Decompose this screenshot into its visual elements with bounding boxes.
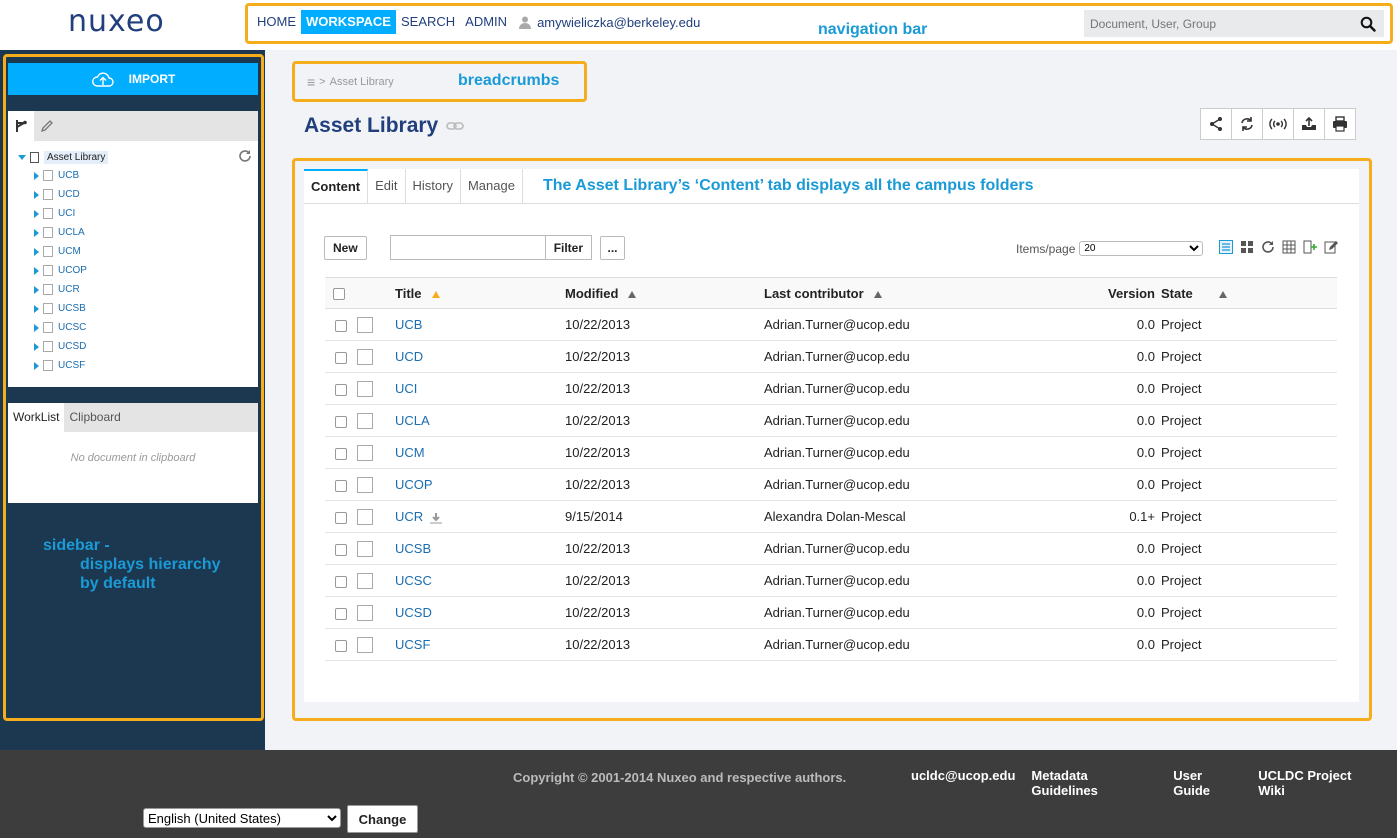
change-language-button[interactable]: Change bbox=[347, 805, 418, 833]
share-icon bbox=[1210, 117, 1222, 131]
permalink-icon[interactable] bbox=[446, 121, 465, 131]
export-button[interactable] bbox=[1293, 108, 1325, 140]
page-title: Asset Library bbox=[304, 114, 465, 138]
footer-link-metadata[interactable]: Metadata Guidelines bbox=[1031, 768, 1157, 798]
language-select[interactable]: English (United States) bbox=[143, 808, 341, 828]
annotation-breadcrumb-text: breadcrumbs bbox=[458, 72, 560, 89]
annotation-sidebar-text-1: sidebar - bbox=[43, 537, 110, 554]
annotation-navbar-text: navigation bar bbox=[818, 21, 928, 38]
footer-link-wiki[interactable]: UCLDC Project Wiki bbox=[1258, 768, 1381, 798]
footer-links: ucldc@ucop.edu Metadata Guidelines User … bbox=[911, 768, 1397, 798]
footer-link-user-guide[interactable]: User Guide bbox=[1173, 768, 1242, 798]
footer-link-email[interactable]: ucldc@ucop.edu bbox=[911, 768, 1015, 798]
page-title-text: Asset Library bbox=[304, 114, 439, 137]
annotation-sidebar-text-2: displays hierarchy bbox=[80, 556, 221, 573]
subscribe-button[interactable] bbox=[1262, 108, 1294, 140]
export-icon bbox=[1302, 116, 1316, 130]
annotation-content-text: The Asset Library’s ‘Content’ tab displa… bbox=[543, 177, 1034, 194]
broadcast-icon bbox=[1269, 118, 1287, 130]
print-button[interactable] bbox=[1324, 108, 1356, 140]
document-actions bbox=[1200, 108, 1356, 140]
sync-icon bbox=[1241, 117, 1253, 131]
copyright: Copyright © 2001-2014 Nuxeo and respecti… bbox=[513, 770, 847, 785]
sync-button[interactable] bbox=[1231, 108, 1263, 140]
nuxeo-logo[interactable]: nuxeo bbox=[68, 4, 165, 39]
annotation-content-box bbox=[292, 158, 1372, 721]
annotation-sidebar-text-3: by default bbox=[80, 575, 156, 592]
footer: Copyright © 2001-2014 Nuxeo and respecti… bbox=[0, 750, 1397, 838]
share-button[interactable] bbox=[1200, 108, 1232, 140]
print-icon bbox=[1333, 116, 1347, 132]
annotation-sidebar-box bbox=[3, 54, 264, 721]
